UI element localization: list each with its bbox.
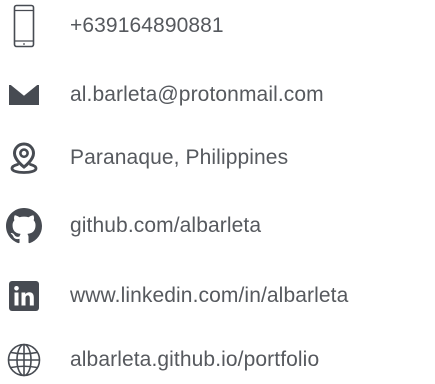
globe-icon (3, 336, 45, 384)
email-link[interactable]: al.barleta@protonmail.com (70, 71, 324, 119)
portfolio-link[interactable]: albarleta.github.io/portfolio (70, 336, 319, 384)
envelope-icon (3, 71, 45, 119)
phone-icon (3, 2, 45, 50)
contact-row-linkedin: www.linkedin.com/in/albarleta (0, 272, 435, 320)
location-text: Paranaque, Philippines (70, 146, 289, 169)
contact-row-location: Paranaque, Philippines (0, 134, 435, 182)
linkedin-icon (3, 272, 45, 320)
phone-number[interactable]: +639164890881 (70, 2, 224, 50)
contact-row-github: github.com/albarleta (0, 202, 435, 250)
map-pin-icon (3, 134, 45, 182)
contact-row-website: albarleta.github.io/portfolio (0, 336, 435, 384)
github-icon (3, 202, 45, 250)
contact-list: +639164890881 al.barleta@protonmail.com … (0, 0, 435, 383)
contact-row-phone: +639164890881 (0, 2, 435, 50)
contact-row-email: al.barleta@protonmail.com (0, 71, 435, 119)
linkedin-link[interactable]: www.linkedin.com/in/albarleta (70, 272, 348, 320)
github-link[interactable]: github.com/albarleta (70, 202, 261, 250)
